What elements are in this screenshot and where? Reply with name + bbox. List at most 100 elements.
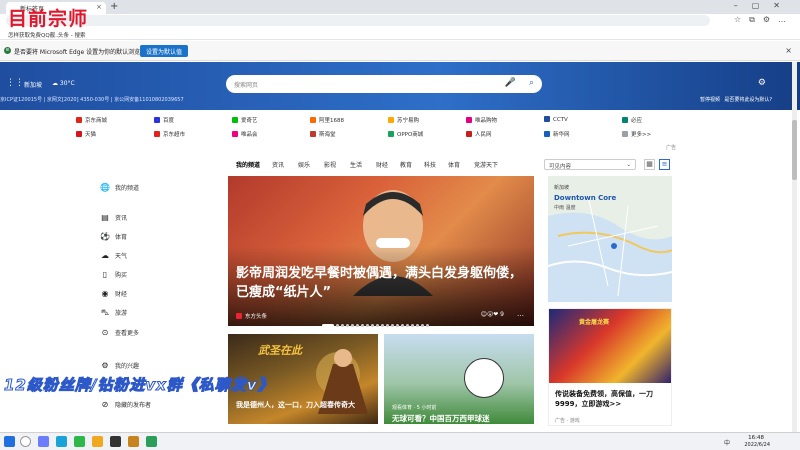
app-icon[interactable] (110, 436, 121, 447)
search-input[interactable]: 搜索网页 (234, 80, 258, 89)
content-visibility-select[interactable]: 可见内容 ⌄ (544, 159, 636, 170)
quick-link[interactable]: 人民网 (466, 130, 492, 138)
feed-tab[interactable]: 体育 (448, 160, 460, 169)
feed-tab[interactable]: 生活 (350, 160, 362, 169)
carousel-dot[interactable] (426, 324, 429, 327)
search-icon[interactable] (20, 436, 31, 447)
carousel-dot[interactable] (401, 324, 404, 327)
left-nav-item[interactable]: ◉ 财经 (100, 289, 128, 298)
toolbar-icons[interactable]: ☆⧉⚙… (734, 15, 794, 25)
scrollbar-track[interactable] (792, 62, 797, 432)
set-default-button[interactable]: 设置为默认值 (140, 45, 189, 57)
left-nav-item[interactable]: ⚽ 体育 (100, 232, 127, 241)
left-nav-item[interactable]: ▤ 资讯 (100, 213, 127, 222)
carousel-dot[interactable] (411, 324, 414, 327)
quick-link[interactable]: 京东商城 (76, 116, 107, 124)
feed-tab[interactable]: 科技 (424, 160, 436, 169)
soccer-story-card[interactable]: 观看体育 · 5 小时前 无球可看？中国百万西甲球迷 (384, 334, 534, 424)
quick-link[interactable]: 新华网 (544, 130, 570, 138)
mic-icon[interactable]: 🎤 (505, 78, 516, 88)
search-box[interactable]: 搜索网页 🎤 ⌕ (226, 75, 542, 93)
favorite-item[interactable]: 怎样获取免费QQ靓... (8, 31, 60, 39)
feed-tab[interactable]: 竞游天下 (474, 160, 498, 169)
carousel-dot[interactable] (356, 324, 359, 327)
carousel-dot[interactable] (386, 324, 389, 327)
carousel-dot[interactable] (371, 324, 374, 327)
carousel-dot[interactable] (416, 324, 419, 327)
feed-tab[interactable]: 娱乐 (298, 160, 310, 169)
carousel-dot[interactable] (406, 324, 409, 327)
left-nav-item[interactable]: ⊙ 查看更多 (100, 328, 139, 337)
quick-link[interactable]: 京东超市 (154, 130, 185, 138)
carousel-dot[interactable] (421, 324, 424, 327)
folder-icon[interactable] (92, 436, 103, 447)
set-default-link[interactable]: 是否要将此设为默认? (724, 96, 772, 103)
url-input[interactable] (6, 15, 710, 26)
apps-grid-icon[interactable]: ⋮⋮ (6, 78, 24, 88)
grid-view-icon[interactable]: ▦ (644, 159, 655, 170)
clock-time[interactable]: 16:48 (748, 435, 764, 441)
carousel-dots[interactable] (322, 321, 431, 327)
quick-link[interactable]: 斯海堂 (310, 130, 336, 138)
feed-tab[interactable]: 影视 (324, 160, 336, 169)
scrollbar-thumb[interactable] (792, 120, 797, 180)
feed-tab[interactable]: 教育 (400, 160, 412, 169)
feed-tab[interactable]: 财经 (376, 160, 388, 169)
carousel-dot[interactable] (366, 324, 369, 327)
carousel-dot[interactable] (361, 324, 364, 327)
location-label[interactable]: 新加坡 (24, 80, 42, 89)
list-view-icon[interactable]: ≡ (659, 159, 670, 170)
carousel-dot[interactable] (341, 324, 344, 327)
more-icon[interactable]: … (517, 310, 524, 318)
left-nav-item[interactable]: ▯ 购买 (100, 270, 127, 279)
edge-icon[interactable] (56, 436, 67, 447)
quick-link[interactable]: 天猫 (76, 130, 96, 138)
quick-link[interactable]: 阿里1688 (310, 116, 344, 124)
carousel-dot[interactable] (322, 324, 334, 327)
new-tab-button[interactable]: + (110, 1, 118, 12)
close-icon[interactable]: × (785, 46, 792, 55)
quick-link[interactable]: 苏宁易购 (388, 116, 419, 124)
left-nav-item[interactable]: ⊘ 隐藏的发布者 (100, 400, 151, 409)
start-icon[interactable] (4, 436, 15, 447)
left-nav-item[interactable]: 🌐 我的频道 (100, 183, 139, 192)
search-icon[interactable]: ⌕ (529, 78, 534, 88)
quick-link[interactable]: 更多>> (622, 130, 651, 138)
weather-label[interactable]: ☁ 30°C (52, 80, 75, 87)
feed-tab[interactable]: 我的频道 (236, 160, 260, 169)
quick-link[interactable]: 必应 (622, 116, 642, 124)
ime-indicator[interactable]: 中 (724, 438, 730, 447)
carousel-dot[interactable] (346, 324, 349, 327)
story-title[interactable]: 影帝周润发吃早餐时被偶遇，满头白发身躯佝偻，已瘦成“纸片人” (236, 264, 526, 302)
quick-link[interactable]: 百度 (154, 116, 174, 124)
carousel-dot[interactable] (381, 324, 384, 327)
favorite-item[interactable]: 头条 - 搜索 (58, 31, 85, 39)
clock-date[interactable]: 2022/6/24 (744, 442, 770, 448)
quick-link[interactable]: 爱奇艺 (232, 116, 258, 124)
close-icon[interactable]: × (96, 3, 102, 11)
pause-video-link[interactable]: 暂停视频 (700, 96, 720, 103)
carousel-dot[interactable] (351, 324, 354, 327)
left-nav-item[interactable]: ☁ 天气 (100, 251, 127, 260)
quick-link[interactable]: CCTV (544, 116, 568, 123)
game-ad-card-2[interactable]: 黄金屠龙赛 传说装备免费领，高保值，一刀9999，立即游戏>> 广告 · 游戏 (548, 308, 672, 426)
weather-map-card[interactable]: 新加坡 Downtown Core 中雨 温度 (548, 176, 672, 302)
feed-tab[interactable]: 资讯 (272, 160, 284, 169)
app-icon[interactable] (128, 436, 139, 447)
task-view-icon[interactable] (38, 436, 49, 447)
window-controls[interactable]: –▢✕ (734, 1, 794, 10)
carousel-dot[interactable] (396, 324, 399, 327)
carousel-dot[interactable] (336, 324, 339, 327)
quick-link[interactable]: 唯品购物 (466, 116, 497, 124)
main-story-card[interactable]: 影帝周润发吃早餐时被偶遇，满头白发身躯佝偻，已瘦成“纸片人” 东方头条 😊😮❤ … (228, 176, 534, 326)
left-nav-item[interactable]: ⚙ 我的兴趣 (100, 361, 139, 370)
app-icon[interactable] (146, 436, 157, 447)
quick-link[interactable]: 唯品会 (232, 130, 258, 138)
gear-icon[interactable]: ⚙ (758, 78, 766, 88)
carousel-dot[interactable] (391, 324, 394, 327)
app-icon[interactable] (74, 436, 85, 447)
left-nav-item[interactable]: ⛍ 旅游 (100, 308, 127, 318)
quick-link[interactable]: OPPO商城 (388, 130, 423, 138)
reactions[interactable]: 😊😮❤ 9 (481, 311, 504, 318)
carousel-dot[interactable] (376, 324, 379, 327)
